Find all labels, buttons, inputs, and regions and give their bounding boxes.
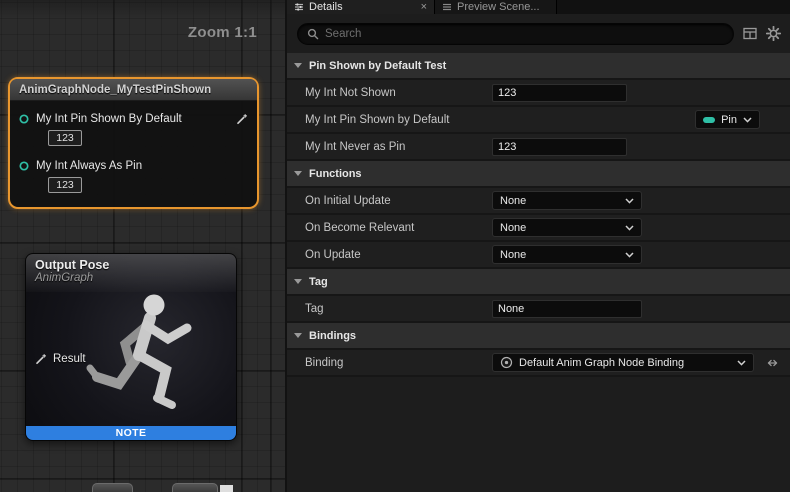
details-toolbar xyxy=(287,14,790,53)
preview-scene-tab-icon xyxy=(442,2,452,12)
tab-label: Details xyxy=(309,1,343,13)
binding-class-icon xyxy=(500,356,513,369)
graph-node-mytestpinshown[interactable]: AnimGraphNode_MyTestPinShown My Int Pin … xyxy=(8,77,259,209)
chevron-down-icon xyxy=(625,198,634,204)
tag-input[interactable] xyxy=(492,300,642,318)
my-int-never-as-pin-input[interactable] xyxy=(492,138,627,156)
my-int-not-shown-input[interactable] xyxy=(492,84,627,102)
property-label: Binding xyxy=(287,357,492,369)
swap-binding-icon[interactable] xyxy=(766,358,779,368)
offscreen-node-stub[interactable] xyxy=(92,483,133,492)
chevron-down-icon xyxy=(743,117,752,123)
int-pin-icon[interactable] xyxy=(18,113,30,125)
search-icon xyxy=(307,28,319,40)
property-label: On Initial Update xyxy=(287,195,492,207)
offscreen-node-chip xyxy=(220,485,233,492)
search-input[interactable] xyxy=(325,28,724,40)
property-label: My Int Pin Shown by Default xyxy=(287,114,492,126)
node-title: Output Pose xyxy=(35,258,236,272)
tab-bar: Details × Preview Scene... xyxy=(287,0,790,14)
section-header-functions[interactable]: Functions xyxy=(287,161,790,188)
property-row: On Update None xyxy=(287,242,790,269)
animgraph-canvas[interactable]: Zoom 1:1 AnimGraphNode_MyTestPinShown My… xyxy=(0,0,285,492)
pose-pin-icon[interactable] xyxy=(35,353,47,365)
pin-row: My Int Pin Shown By Default xyxy=(18,112,257,126)
pin-visibility-dropdown[interactable]: Pin xyxy=(695,110,760,129)
on-update-dropdown[interactable]: None xyxy=(492,245,642,264)
pin-label: My Int Always As Pin xyxy=(36,160,142,172)
binding-dropdown[interactable]: Default Anim Graph Node Binding xyxy=(492,353,754,372)
tab-label: Preview Scene... xyxy=(457,1,540,13)
property-row: On Become Relevant None xyxy=(287,215,790,242)
chevron-down-icon xyxy=(625,252,634,258)
chevron-down-icon xyxy=(294,63,302,68)
zoom-indicator: Zoom 1:1 xyxy=(188,24,257,41)
on-become-relevant-dropdown[interactable]: None xyxy=(492,218,642,237)
section-header-tag[interactable]: Tag xyxy=(287,269,790,296)
section-header-bindings[interactable]: Bindings xyxy=(287,323,790,350)
wand-icon[interactable] xyxy=(236,113,248,125)
property-row: Tag xyxy=(287,296,790,323)
property-row: My Int Not Shown xyxy=(287,80,790,107)
int-pin-icon[interactable] xyxy=(18,160,30,172)
property-label: My Int Not Shown xyxy=(287,87,492,99)
property-label: On Update xyxy=(287,249,492,261)
details-tab-icon xyxy=(294,2,304,12)
graph-node-output-pose[interactable]: Output Pose AnimGraph Result NOTE xyxy=(25,253,237,441)
property-row: My Int Pin Shown by Default Pin xyxy=(287,107,790,134)
property-row: My Int Never as Pin xyxy=(287,134,790,161)
property-label: My Int Never as Pin xyxy=(287,141,492,153)
pin-icon xyxy=(703,117,715,123)
gear-icon[interactable] xyxy=(766,26,781,41)
chevron-down-icon xyxy=(737,360,746,366)
node-title[interactable]: AnimGraphNode_MyTestPinShown xyxy=(10,79,257,101)
result-pin-row[interactable]: Result xyxy=(35,353,86,365)
note-badge[interactable]: NOTE xyxy=(26,426,236,440)
property-row: Binding Default Anim Graph Node Binding xyxy=(287,350,790,377)
chevron-down-icon xyxy=(294,333,302,338)
chevron-down-icon xyxy=(625,225,634,231)
chevron-down-icon xyxy=(294,171,302,176)
pin-value-field[interactable]: 123 xyxy=(48,130,82,146)
result-pin-label: Result xyxy=(53,353,86,365)
section-header-pin-shown[interactable]: Pin Shown by Default Test xyxy=(287,53,790,80)
on-initial-update-dropdown[interactable]: None xyxy=(492,191,642,210)
display-filter-icon[interactable] xyxy=(743,27,757,40)
pin-value-field[interactable]: 123 xyxy=(48,177,82,193)
close-icon[interactable]: × xyxy=(421,2,427,13)
tab-preview-scene[interactable]: Preview Scene... xyxy=(435,0,557,14)
pin-row: My Int Always As Pin xyxy=(18,159,257,173)
offscreen-node-stub[interactable] xyxy=(172,483,218,492)
property-label: On Become Relevant xyxy=(287,222,492,234)
property-label: Tag xyxy=(287,303,492,315)
details-panel: Details × Preview Scene... xyxy=(285,0,790,492)
property-row: On Initial Update None xyxy=(287,188,790,215)
pin-label: My Int Pin Shown By Default xyxy=(36,113,182,125)
unreal-editor-window: Zoom 1:1 AnimGraphNode_MyTestPinShown My… xyxy=(0,0,790,492)
node-subtitle: AnimGraph xyxy=(35,272,236,284)
tab-details[interactable]: Details × xyxy=(287,0,435,14)
canvas-top-shade xyxy=(0,0,285,18)
node-header[interactable]: Output Pose AnimGraph xyxy=(26,254,236,292)
search-box[interactable] xyxy=(297,23,734,45)
chevron-down-icon xyxy=(294,279,302,284)
